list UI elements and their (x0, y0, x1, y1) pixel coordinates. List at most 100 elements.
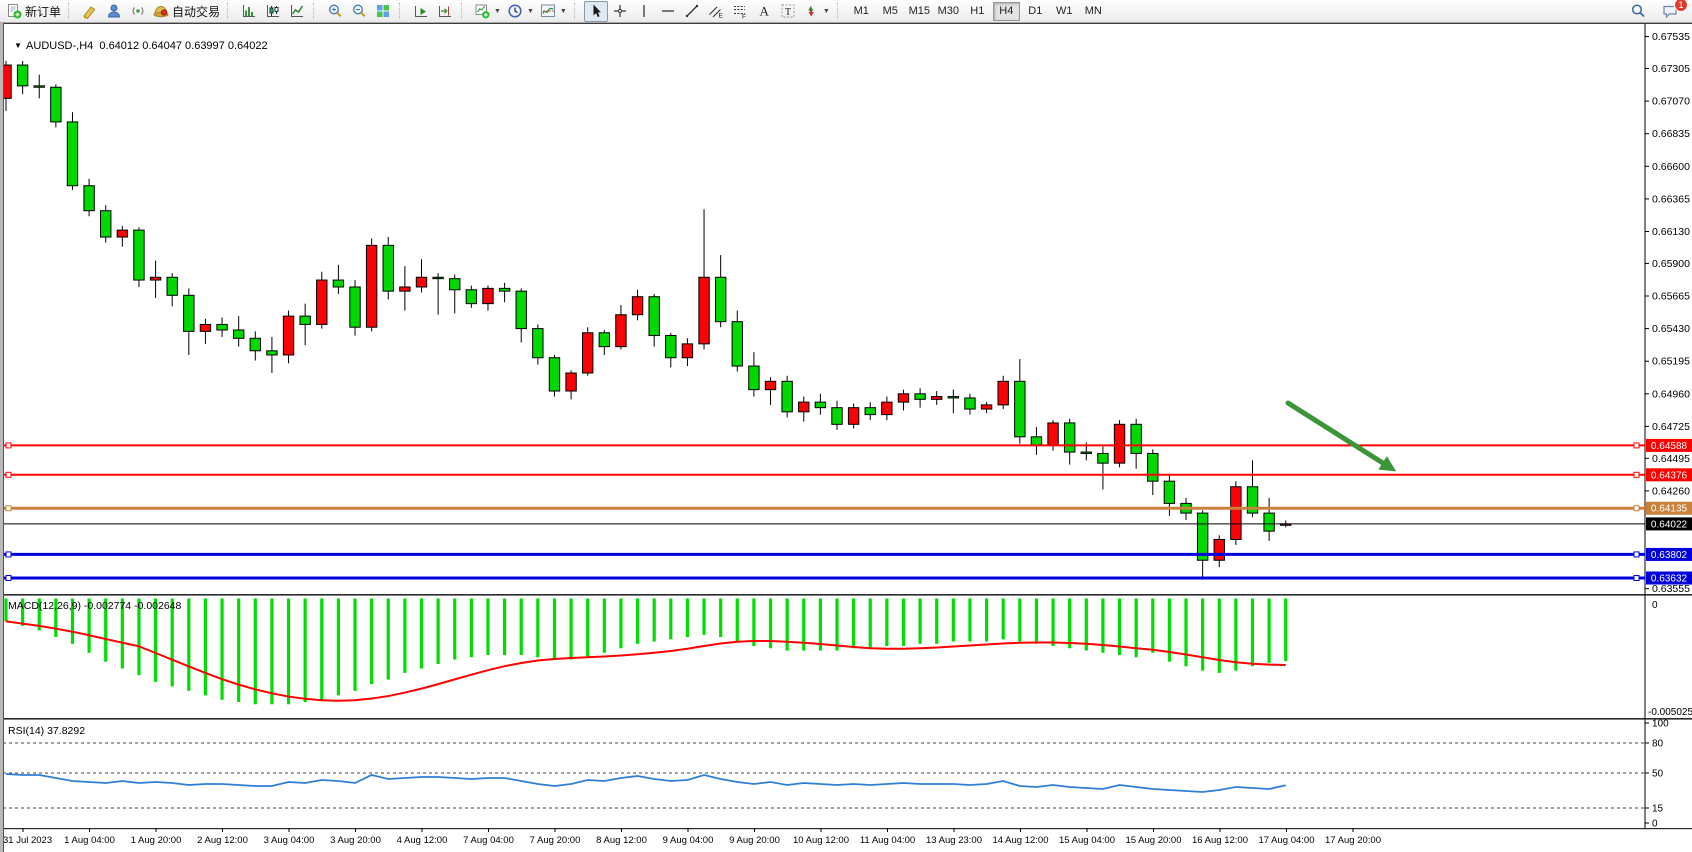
candle-body[interactable] (250, 338, 260, 350)
candle-body[interactable] (682, 344, 692, 358)
candle-body[interactable] (416, 277, 426, 287)
candle-body[interactable] (832, 408, 842, 425)
candle-body[interactable] (101, 211, 111, 237)
candle-body[interactable] (1164, 481, 1174, 503)
candle-body[interactable] (533, 329, 543, 358)
rsi-panel[interactable] (3, 743, 1645, 808)
search-button[interactable] (1626, 1, 1650, 22)
candle-body[interactable] (1114, 424, 1124, 463)
zoom-in-button[interactable] (323, 1, 347, 22)
candle-body[interactable] (117, 230, 127, 237)
zoom-out-button[interactable] (347, 1, 371, 22)
candle-body[interactable] (632, 297, 642, 315)
candle-body[interactable] (483, 288, 493, 303)
profile-button[interactable] (102, 1, 126, 22)
text-button[interactable]: A (752, 1, 776, 22)
horizontal-line-button[interactable] (656, 1, 680, 22)
chart-shift-button[interactable] (433, 1, 457, 22)
arrow-object[interactable] (1288, 403, 1396, 471)
arrows-button[interactable]: ▼ (800, 1, 833, 22)
line-chart-mode-button[interactable] (285, 1, 309, 22)
line-anchor[interactable] (1634, 576, 1639, 581)
candle-body[interactable] (317, 280, 327, 324)
candle-body[interactable] (233, 330, 243, 338)
candle-body[interactable] (566, 373, 576, 391)
candle-body[interactable] (1131, 424, 1141, 453)
candle-body[interactable] (1031, 437, 1041, 445)
fibonacci-button[interactable]: F (728, 1, 752, 22)
panel-separator[interactable] (0, 718, 1692, 720)
panel-separator[interactable] (0, 594, 1692, 596)
candle-body[interactable] (433, 277, 443, 278)
line-anchor[interactable] (1634, 506, 1639, 511)
candle-body[interactable] (583, 333, 593, 373)
candle-body[interactable] (1098, 453, 1108, 463)
timeframe-d1-button[interactable]: D1 (1022, 2, 1049, 21)
auto-trading-button[interactable]: 自动交易 (150, 1, 223, 22)
candle-body[interactable] (948, 397, 958, 398)
candlestick-mode-button[interactable] (261, 1, 285, 22)
signals-button[interactable] (126, 1, 150, 22)
candle-body[interactable] (998, 381, 1008, 405)
candle-body[interactable] (383, 245, 393, 291)
new-order-button[interactable]: 新订单 (3, 1, 64, 22)
candle-body[interactable] (17, 65, 27, 86)
macd-panel[interactable] (6, 599, 1286, 705)
line-anchor[interactable] (1634, 472, 1639, 477)
timeframe-h1-button[interactable]: H1 (964, 2, 991, 21)
candle-body[interactable] (450, 279, 460, 290)
down-right-arrow-icon[interactable] (1288, 403, 1386, 465)
candle-body[interactable] (1231, 487, 1241, 540)
candle-body[interactable] (1015, 381, 1025, 436)
styler-button[interactable] (78, 1, 102, 22)
auto-scroll-button[interactable] (409, 1, 433, 22)
candle-body[interactable] (932, 397, 942, 400)
candle-body[interactable] (1264, 513, 1274, 531)
candle-body[interactable] (217, 324, 227, 330)
chevron-down-icon[interactable]: ▼ (14, 41, 22, 50)
crosshair-button[interactable] (608, 1, 632, 22)
candle-body[interactable] (549, 358, 559, 391)
candle-body[interactable] (350, 287, 360, 327)
candle-body[interactable] (67, 122, 77, 186)
candle-body[interactable] (599, 333, 609, 347)
line-anchor[interactable] (6, 552, 11, 557)
candle-body[interactable] (200, 324, 210, 331)
candle-body[interactable] (184, 295, 194, 331)
candle-body[interactable] (1064, 423, 1074, 452)
candle-body[interactable] (865, 408, 875, 415)
candle-body[interactable] (51, 87, 61, 122)
candle-body[interactable] (915, 394, 925, 400)
candle-body[interactable] (150, 277, 160, 280)
line-anchor[interactable] (6, 576, 11, 581)
text-label-button[interactable]: T (776, 1, 800, 22)
candle-body[interactable] (267, 351, 277, 355)
candle-body[interactable] (815, 402, 825, 408)
candle-body[interactable] (333, 280, 343, 287)
cursor-button[interactable] (584, 1, 608, 22)
candle-body[interactable] (981, 405, 991, 409)
candle-body[interactable] (765, 381, 775, 389)
candle-body[interactable] (134, 230, 144, 280)
equidistant-channel-button[interactable]: E (704, 1, 728, 22)
candle-body[interactable] (782, 381, 792, 412)
timeframe-w1-button[interactable]: W1 (1051, 2, 1078, 21)
chart-canvas[interactable]: 0.675350.673050.670700.668350.666000.663… (0, 23, 1692, 852)
timeframe-mn-button[interactable]: MN (1080, 2, 1107, 21)
candle-body[interactable] (167, 277, 177, 295)
tile-windows-button[interactable] (371, 1, 395, 22)
candle-body[interactable] (300, 316, 310, 324)
candle-body[interactable] (1048, 423, 1058, 445)
timeframe-m5-button[interactable]: M5 (877, 2, 904, 21)
trendline-button[interactable] (680, 1, 704, 22)
bar-chart-mode-button[interactable] (237, 1, 261, 22)
candle-body[interactable] (466, 290, 476, 304)
candle-body[interactable] (366, 245, 376, 327)
candle-body[interactable] (699, 277, 709, 344)
candle-body[interactable] (666, 336, 676, 358)
candle-body[interactable] (84, 186, 94, 211)
candle-body[interactable] (749, 366, 759, 390)
candle-body[interactable] (898, 394, 908, 402)
candle-body[interactable] (616, 315, 626, 347)
timeframe-h4-button[interactable]: H4 (993, 2, 1020, 21)
